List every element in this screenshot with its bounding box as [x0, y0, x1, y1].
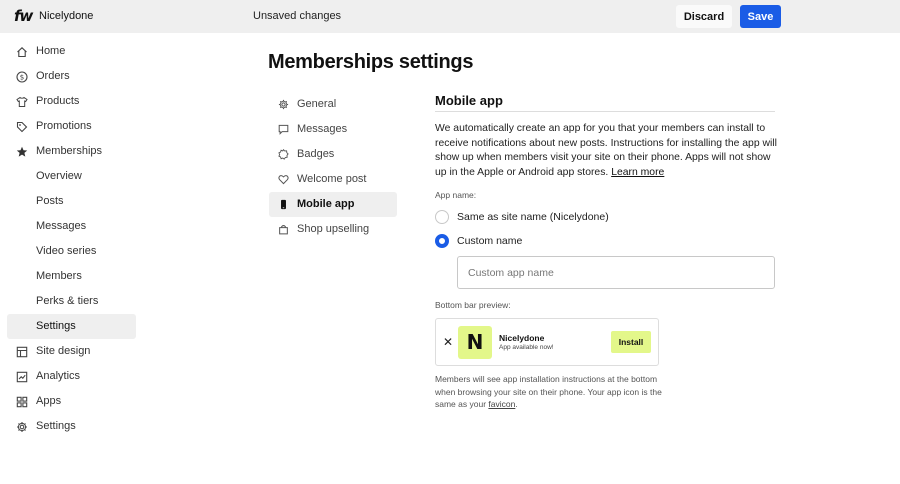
subnav-item-general[interactable]: General	[269, 92, 397, 117]
sidebar-subitem-settings[interactable]: Settings	[7, 314, 136, 339]
bottom-bar-preview: ✕ N Nicelydone App available now! Instal…	[435, 318, 659, 366]
chart-icon	[15, 370, 28, 383]
subnav-item-badges[interactable]: Badges	[269, 142, 397, 167]
sidebar-subitem-video-series[interactable]: Video series	[7, 239, 136, 264]
sidebar: Home $ Orders Products Promotions Member…	[7, 39, 136, 439]
learn-more-link[interactable]: Learn more	[611, 167, 664, 178]
subnav-item-mobile-app[interactable]: Mobile app	[269, 192, 397, 217]
sidebar-subitem-posts[interactable]: Posts	[7, 189, 136, 214]
sidebar-item-label: Products	[36, 95, 80, 107]
brand-logo[interactable]: fw	[14, 7, 33, 25]
radio-label: Custom name	[457, 235, 523, 247]
subnav-item-welcome-post[interactable]: Welcome post	[269, 167, 397, 192]
apps-icon	[15, 395, 28, 408]
layout-icon	[15, 345, 28, 358]
sidebar-subitem-messages[interactable]: Messages	[7, 214, 136, 239]
favicon-link[interactable]: favicon	[488, 399, 515, 409]
shirt-icon	[15, 95, 28, 108]
radio-label: Same as site name (Nicelydone)	[457, 211, 609, 223]
radio-button-selected[interactable]	[435, 234, 449, 248]
subnav-item-messages[interactable]: Messages	[269, 117, 397, 142]
heart-icon	[277, 173, 290, 186]
subnav-item-shop-upselling[interactable]: Shop upselling	[269, 217, 397, 242]
page-title: Memberships settings	[268, 51, 474, 73]
section-divider	[435, 111, 775, 112]
help-text-end: .	[515, 399, 518, 409]
close-icon: ✕	[443, 335, 454, 349]
sidebar-item-label: Orders	[36, 70, 70, 82]
sidebar-item-label: Promotions	[36, 120, 92, 132]
subnav-item-label: Badges	[297, 148, 335, 160]
sidebar-item-promotions[interactable]: Promotions	[7, 114, 136, 139]
sidebar-subitem-members[interactable]: Members	[7, 264, 136, 289]
sidebar-item-label: Overview	[36, 170, 82, 182]
tag-icon	[15, 120, 28, 133]
section-title: Mobile app	[435, 93, 503, 108]
sidebar-item-orders[interactable]: $ Orders	[7, 64, 136, 89]
subnav-item-label: Shop upselling	[297, 223, 370, 235]
sidebar-item-apps[interactable]: Apps	[7, 389, 136, 414]
app-name-label: App name:	[435, 190, 477, 200]
sidebar-subitem-perks-tiers[interactable]: Perks & tiers	[7, 289, 136, 314]
sidebar-item-settings[interactable]: Settings	[7, 414, 136, 439]
phone-icon	[277, 198, 290, 211]
bottom-bar-preview-label: Bottom bar preview:	[435, 300, 511, 310]
home-icon	[15, 45, 28, 58]
sidebar-item-label: Posts	[36, 195, 64, 207]
radio-button[interactable]	[435, 210, 449, 224]
sidebar-item-label: Apps	[36, 395, 62, 407]
bag-icon	[277, 223, 290, 236]
sidebar-subitem-overview[interactable]: Overview	[7, 164, 136, 189]
radio-option-same-name[interactable]: Same as site name (Nicelydone)	[435, 209, 609, 225]
subnav-item-label: Welcome post	[297, 173, 367, 185]
unsaved-status: Unsaved changes	[253, 10, 342, 22]
help-text: Members will see app installation instru…	[435, 374, 662, 409]
save-button[interactable]: Save	[740, 5, 781, 28]
sidebar-item-label: Analytics	[36, 370, 81, 382]
preview-app-subtitle: App available now!	[499, 344, 554, 351]
sidebar-item-label: Settings	[36, 320, 76, 332]
sidebar-item-label: Memberships	[36, 145, 103, 157]
dollar-icon: $	[15, 70, 28, 83]
star-icon	[15, 145, 28, 158]
discard-button[interactable]: Discard	[676, 5, 732, 28]
subnav-item-label: Mobile app	[297, 198, 355, 210]
svg-text:$: $	[19, 73, 23, 81]
settings-subnav: General Messages Badges Welcome post Mob…	[269, 92, 397, 242]
preview-help-text: Members will see app installation instru…	[435, 373, 663, 411]
subnav-item-label: General	[297, 98, 337, 110]
sidebar-item-label: Members	[36, 270, 82, 282]
sidebar-item-label: Home	[36, 45, 66, 57]
badge-icon	[277, 148, 290, 161]
sidebar-item-label: Messages	[36, 220, 87, 232]
app-icon: N	[458, 326, 492, 359]
preview-app-name: Nicelydone	[499, 333, 545, 343]
gear-icon	[277, 98, 290, 111]
chat-icon	[277, 123, 290, 136]
top-bar: fw Nicelydone Unsaved changes Discard Sa…	[0, 0, 900, 33]
sidebar-item-label: Site design	[36, 345, 91, 357]
preview-install-button: Install	[611, 331, 651, 353]
sidebar-item-label: Settings	[36, 420, 76, 432]
site-name[interactable]: Nicelydone	[39, 10, 93, 22]
section-description: We automatically create an app for you t…	[435, 122, 780, 180]
sidebar-item-home[interactable]: Home	[7, 39, 136, 64]
sidebar-item-products[interactable]: Products	[7, 89, 136, 114]
sidebar-item-memberships[interactable]: Memberships	[7, 139, 136, 164]
sidebar-item-label: Perks & tiers	[36, 295, 99, 307]
radio-option-custom-name[interactable]: Custom name	[435, 233, 522, 249]
description-text: We automatically create an app for you t…	[435, 123, 777, 178]
subnav-item-label: Messages	[297, 123, 348, 135]
sidebar-item-site-design[interactable]: Site design	[7, 339, 136, 364]
sidebar-item-label: Video series	[36, 245, 97, 257]
gear-icon	[15, 420, 28, 433]
sidebar-item-analytics[interactable]: Analytics	[7, 364, 136, 389]
custom-app-name-input[interactable]	[457, 256, 775, 289]
